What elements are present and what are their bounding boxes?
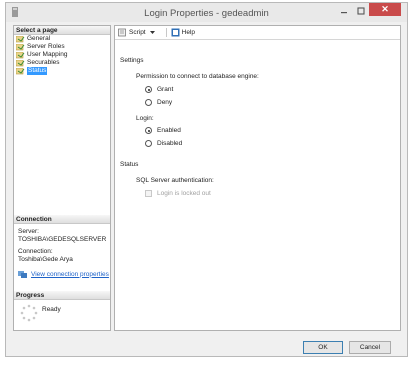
toolbar: Script Help <box>115 26 400 40</box>
progress-section: Progress Ready <box>14 291 110 322</box>
connection-label: Connection: <box>18 248 53 255</box>
page-icon <box>16 43 25 50</box>
page-icon <box>16 35 25 42</box>
left-panel: Select a page General Server Roles User … <box>13 25 111 331</box>
settings-heading: Settings <box>120 57 144 64</box>
enabled-label: Enabled <box>157 127 181 134</box>
page-item-general[interactable]: General <box>16 35 110 43</box>
server-label: Server: <box>18 228 39 235</box>
view-connection-row: View connection properties <box>14 270 110 278</box>
cancel-button[interactable]: Cancel <box>349 341 391 354</box>
login-properties-window: Login Properties - gedeadmin ✕ Select a … <box>5 2 408 357</box>
radio-unselected-icon <box>145 99 152 106</box>
page-item-status[interactable]: Status <box>16 67 110 75</box>
connection-properties-icon <box>18 271 27 278</box>
main-panel: Script Help Settings Permission to conne… <box>114 25 401 331</box>
disabled-label: Disabled <box>157 140 183 147</box>
script-label: Script <box>129 29 146 36</box>
page-item-securables[interactable]: Securables <box>16 59 110 67</box>
help-icon <box>171 28 180 37</box>
locked-out-label: Login is locked out <box>157 190 211 197</box>
page-item-label: Status <box>27 67 48 75</box>
radio-unselected-icon <box>145 140 152 147</box>
page-item-label: Server Roles <box>27 43 65 50</box>
connection-header: Connection <box>14 215 110 224</box>
radio-selected-icon <box>145 86 152 93</box>
locked-out-checkbox[interactable]: Login is locked out <box>145 190 211 197</box>
page-icon <box>16 51 25 58</box>
help-button[interactable]: Help <box>171 28 195 37</box>
grant-radio[interactable]: Grant <box>145 86 173 93</box>
status-heading: Status <box>120 161 139 168</box>
page-list: General Server Roles User Mapping Secura… <box>14 35 110 75</box>
script-button[interactable]: Script <box>118 28 158 37</box>
select-page-header: Select a page <box>14 26 110 35</box>
login-label: Login: <box>136 115 154 122</box>
page-item-label: General <box>27 35 51 42</box>
server-value: TOSHIBA\GEDESQLSERVER <box>18 236 107 243</box>
chevron-down-icon[interactable] <box>149 30 156 35</box>
radio-selected-icon <box>145 127 152 134</box>
disabled-radio[interactable]: Disabled <box>145 140 182 147</box>
connection-value: Toshiba\Gede Arya <box>18 256 73 263</box>
page-item-user-mapping[interactable]: User Mapping <box>16 51 110 59</box>
page-item-label: User Mapping <box>27 51 68 58</box>
permission-label: Permission to connect to database engine… <box>136 73 259 80</box>
maximize-icon[interactable] <box>355 6 367 16</box>
ok-button[interactable]: OK <box>303 341 343 354</box>
progress-status: Ready <box>42 306 61 313</box>
connection-section: Connection Server: TOSHIBA\GEDESQLSERVER… <box>14 215 110 278</box>
title-bar[interactable]: Login Properties - gedeadmin ✕ <box>6 3 407 22</box>
checkbox-box <box>145 190 152 197</box>
sql-auth-label: SQL Server authentication: <box>136 177 214 184</box>
progress-spinner-icon <box>20 304 38 322</box>
minimize-icon[interactable] <box>338 6 350 16</box>
page-item-server-roles[interactable]: Server Roles <box>16 43 110 51</box>
enabled-radio[interactable]: Enabled <box>145 127 181 134</box>
progress-header: Progress <box>14 291 110 300</box>
script-icon <box>118 28 126 37</box>
deny-radio[interactable]: Deny <box>145 99 172 106</box>
view-connection-properties-link[interactable]: View connection properties <box>31 271 109 278</box>
page-icon <box>16 67 25 74</box>
help-label: Help <box>181 29 195 36</box>
page-icon <box>16 59 25 66</box>
deny-label: Deny <box>157 99 173 106</box>
grant-label: Grant <box>157 86 174 93</box>
page-item-label: Securables <box>27 59 60 66</box>
toolbar-separator <box>165 28 167 37</box>
close-button[interactable]: ✕ <box>369 3 401 16</box>
